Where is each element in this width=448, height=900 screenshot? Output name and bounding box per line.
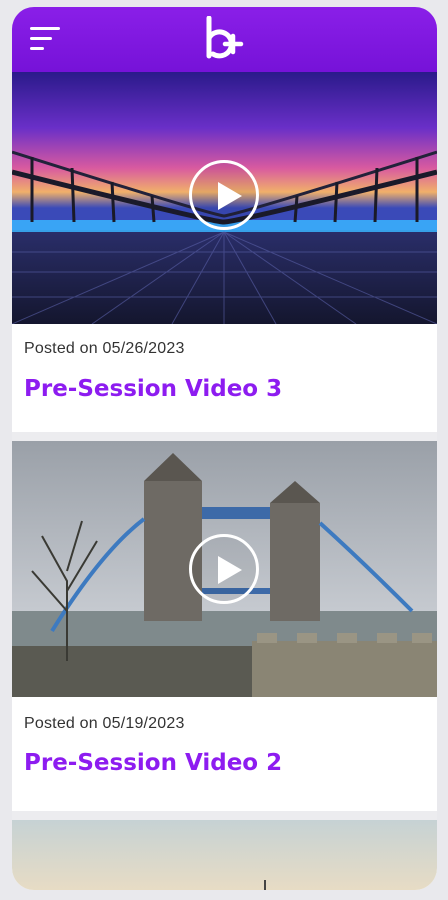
video-thumbnail[interactable] bbox=[12, 820, 437, 890]
video-card[interactable]: Posted on 05/26/2023 Pre-Session Video 3 bbox=[12, 72, 437, 432]
video-card[interactable] bbox=[12, 820, 437, 890]
play-icon[interactable] bbox=[189, 160, 259, 230]
hamburger-menu-icon[interactable] bbox=[30, 27, 62, 53]
post-date: Posted on 05/19/2023 bbox=[24, 715, 185, 732]
phone-frame: Posted on 05/26/2023 Pre-Session Video 3 bbox=[12, 7, 437, 890]
video-thumbnail[interactable] bbox=[12, 72, 437, 324]
video-thumbnail[interactable] bbox=[12, 441, 437, 697]
video-title[interactable]: Pre-Session Video 2 bbox=[24, 750, 282, 776]
app-header bbox=[12, 7, 437, 72]
video-title[interactable]: Pre-Session Video 3 bbox=[24, 376, 282, 402]
video-card[interactable]: Posted on 05/19/2023 Pre-Session Video 2 bbox=[12, 441, 437, 811]
post-date: Posted on 05/26/2023 bbox=[24, 340, 185, 357]
play-icon[interactable] bbox=[189, 534, 259, 604]
sunset-sky-image bbox=[12, 820, 437, 890]
video-feed: Posted on 05/26/2023 Pre-Session Video 3 bbox=[12, 72, 437, 890]
b-plus-logo[interactable] bbox=[203, 16, 247, 64]
